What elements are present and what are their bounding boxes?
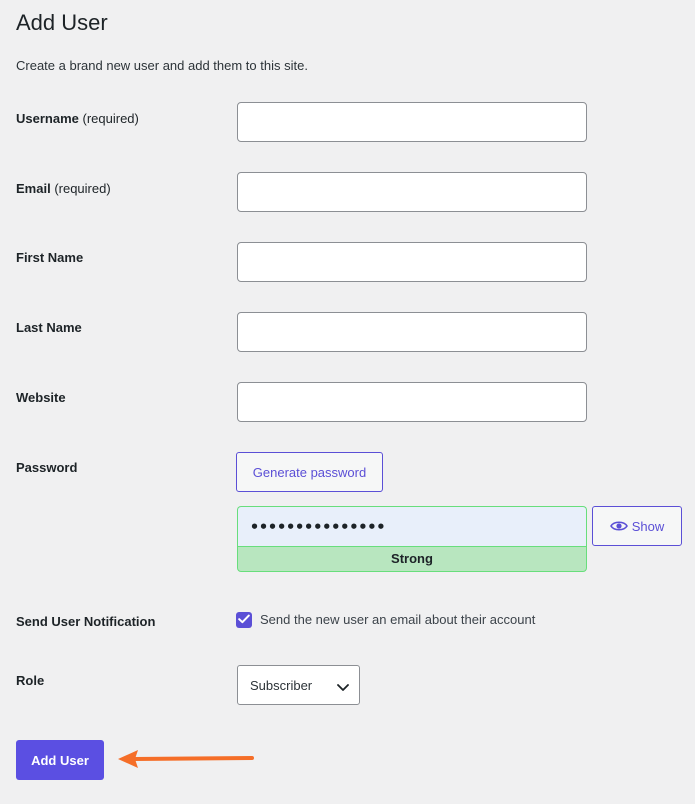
eye-icon [609,520,628,532]
send-notification-checkbox[interactable] [236,612,252,628]
password-label: Password [16,460,78,475]
first-name-label: First Name [16,250,84,265]
username-label: Username (required) [16,111,139,127]
email-label: Email (required) [16,181,111,197]
page-description: Create a brand new user and add them to … [16,58,308,73]
chevron-down-icon [337,680,349,695]
username-label-text: Username [16,111,79,126]
email-input[interactable] [237,172,587,212]
email-label-text: Email [16,181,51,196]
add-user-button[interactable]: Add User [16,740,104,780]
page-title: Add User [16,10,108,35]
first-name-input[interactable] [237,242,587,282]
send-notification-control: Send the new user an email about their a… [236,612,535,628]
username-required-note: (required) [82,111,139,126]
role-select[interactable]: Subscriber [237,665,360,705]
website-input[interactable] [237,382,587,422]
email-required-note: (required) [54,181,111,196]
website-label: Website [16,390,66,405]
send-notification-text: Send the new user an email about their a… [260,612,536,627]
role-selected-value: Subscriber [250,677,313,693]
checkmark-icon [238,611,250,629]
password-input[interactable] [237,506,587,547]
show-password-label: Show [631,518,665,534]
role-label: Role [16,673,45,688]
last-name-label: Last Name [16,320,82,335]
send-notification-label: Send User Notification [16,614,156,629]
generate-password-button[interactable]: Generate password [236,452,383,492]
show-password-button[interactable]: Show [592,506,682,546]
password-strength-indicator: Strong [237,546,587,572]
arrow-icon [118,750,254,768]
last-name-input[interactable] [237,312,587,352]
username-input[interactable] [237,102,587,142]
